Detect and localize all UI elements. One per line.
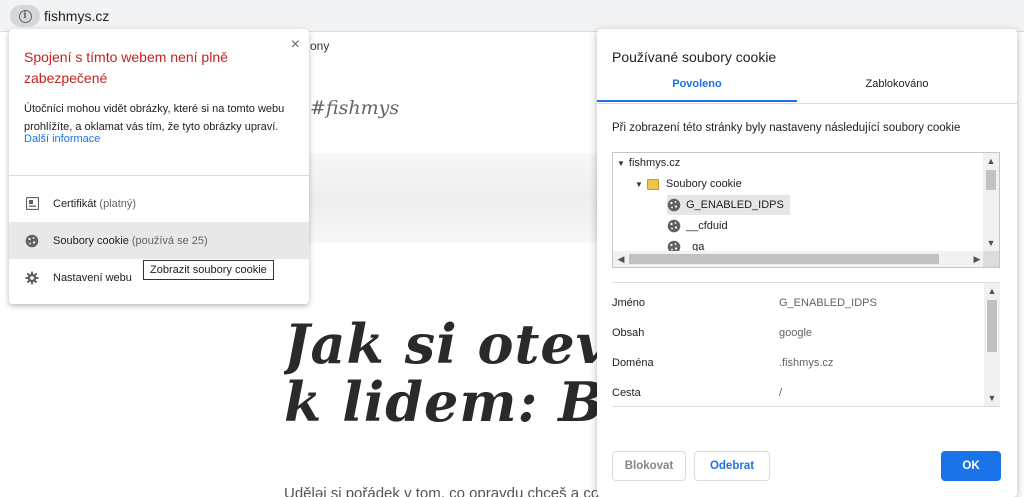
show-cookies-tooltip: Zobrazit soubory cookie [143, 260, 274, 280]
tree-cookie-label: __cfduid [686, 220, 728, 232]
detail-row-domain: Doména .fishmys.cz [612, 353, 982, 373]
cookie-tree[interactable]: ▼ fishmys.cz ▼ Soubory cookie G_ENABLED_… [612, 152, 1000, 268]
detail-label: Doména [612, 357, 654, 369]
detail-label: Cesta [612, 387, 641, 399]
detail-row-path: Cesta / [612, 383, 982, 403]
details-vertical-scrollbar[interactable]: ▲ ▼ [984, 283, 1000, 406]
scroll-up-arrow-icon[interactable]: ▲ [984, 283, 1000, 299]
certificate-status: (platný) [99, 197, 137, 210]
site-info-popup: × Spojení s tímto webem není plně zabezp… [9, 29, 309, 304]
ok-button[interactable]: OK [941, 451, 1001, 481]
close-icon[interactable]: × [291, 36, 300, 54]
cookie-details: Jméno G_ENABLED_IDPS Obsah google Doména… [612, 282, 1000, 407]
page-nav-fragment[interactable]: ony [310, 39, 329, 53]
site-info-button[interactable]: i [10, 5, 40, 27]
page-banner-image [300, 153, 600, 243]
detail-label: Obsah [612, 327, 645, 339]
scroll-up-arrow-icon[interactable]: ▲ [983, 153, 999, 169]
cookies-label: Soubory cookie [53, 234, 129, 247]
scroll-corner [983, 251, 999, 267]
scroll-thumb[interactable] [986, 170, 996, 190]
detail-value: .fishmys.cz [779, 357, 834, 369]
expand-triangle-icon[interactable]: ▼ [617, 159, 625, 168]
certificate-icon [25, 197, 39, 211]
certificate-label: Certifikát [53, 197, 97, 210]
detail-label: Jméno [612, 297, 646, 309]
detail-row-content: Obsah google [612, 323, 982, 343]
tab-allowed[interactable]: Povoleno [597, 78, 797, 102]
dialog-description: Při zobrazení této stránky byly nastaven… [612, 122, 961, 134]
tree-folder-node[interactable]: ▼ Soubory cookie [635, 174, 742, 194]
page-headline: Jak si otevř k lidem: Blo [284, 315, 604, 431]
site-settings-label: Nastavení webu [53, 271, 132, 284]
detail-row-name: Jméno G_ENABLED_IDPS [612, 293, 982, 313]
tree-folder-label: Soubory cookie [665, 178, 742, 190]
security-warning-title: Spojení s tímto webem není plně zabezpeč… [24, 49, 228, 86]
cookie-icon [25, 234, 39, 248]
detail-value: / [779, 387, 783, 399]
cookies-count: (používá se 25) [131, 234, 208, 247]
cookie-icon [667, 219, 681, 233]
url-text[interactable]: fishmys.cz [44, 8, 109, 24]
info-icon: i [18, 9, 32, 23]
tree-vertical-scrollbar[interactable]: ▲ ▼ [983, 153, 999, 251]
scroll-thumb[interactable] [987, 300, 997, 352]
address-bar: i fishmys.cz [0, 0, 1024, 32]
expand-triangle-icon[interactable]: ▼ [635, 180, 643, 189]
cookies-dialog: Používané soubory cookie Povoleno Zablok… [597, 29, 1017, 497]
tree-domain-label: fishmys.cz [628, 157, 681, 169]
cookies-row[interactable]: Soubory cookie (používá se 25) [9, 222, 309, 259]
tree-horizontal-scrollbar[interactable]: ◀ ▶ [613, 251, 985, 267]
folder-icon [646, 178, 659, 190]
detail-value: G_ENABLED_IDPS [779, 297, 877, 309]
remove-button[interactable]: Odebrat [694, 451, 770, 481]
tab-blocked[interactable]: Zablokováno [797, 78, 997, 102]
tree-cookie-label: G_ENABLED_IDPS [686, 199, 784, 211]
tabs-divider [597, 103, 1017, 104]
page-hashtag: #fishmys [310, 97, 400, 119]
scroll-thumb[interactable] [629, 254, 939, 264]
detail-value: google [779, 327, 813, 339]
popup-divider [9, 175, 309, 176]
headline-line-2: k lidem: Blo [284, 370, 604, 431]
page-blurb: Uděləj si pořádek v tom, co opravdu chce… [284, 485, 650, 497]
tree-domain-node[interactable]: ▼ fishmys.cz [617, 153, 680, 173]
tree-cookie-item[interactable]: __cfduid [667, 216, 728, 236]
learn-more-link[interactable]: Další informace [24, 133, 100, 145]
tree-cookie-item[interactable]: G_ENABLED_IDPS [667, 195, 790, 215]
cookie-icon [667, 198, 681, 212]
headline-line-1: Jak si otevř [284, 315, 604, 376]
block-button[interactable]: Blokovat [612, 451, 686, 481]
scroll-down-arrow-icon[interactable]: ▼ [984, 390, 1000, 406]
certificate-row[interactable]: Certifikát (platný) [9, 185, 309, 222]
gear-icon [25, 271, 39, 285]
dialog-title: Používané soubory cookie [612, 49, 777, 65]
scroll-down-arrow-icon[interactable]: ▼ [983, 235, 999, 251]
scroll-left-arrow-icon[interactable]: ◀ [613, 251, 629, 267]
security-warning-description: Útočníci mohou vidět obrázky, které si n… [24, 103, 285, 133]
